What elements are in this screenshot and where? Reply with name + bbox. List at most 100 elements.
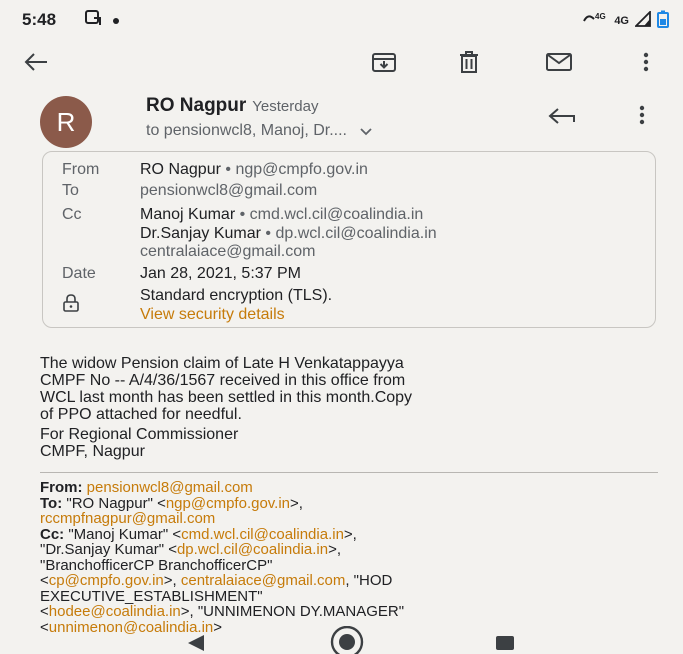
reply-button[interactable]: [546, 104, 580, 134]
delete-button[interactable]: [453, 46, 485, 78]
details-security-row: Standard encryption (TLS). View security…: [43, 286, 655, 326]
status-time: 5:48: [22, 10, 57, 29]
body-line: of PPO attached for needful.: [40, 406, 242, 423]
more-options-button[interactable]: [630, 46, 662, 78]
fwd-cc-name-7: >, "UNNIMENON DY.MANAGER": [180, 603, 405, 620]
encryption-text: Standard encryption (TLS).: [140, 287, 333, 304]
fwd-from-email[interactable]: pensionwcl8@gmail.com: [87, 479, 253, 496]
fwd-cc-name-2: "Dr.Sanjay Kumar" <: [40, 541, 177, 558]
fwd-cc-name-1: "Manoj Kumar" <: [68, 525, 182, 543]
notification-dot-icon: [112, 12, 120, 30]
separator-dot: •: [225, 161, 231, 178]
from-email[interactable]: ngp@cmpfo.gov.in: [235, 161, 367, 178]
avatar[interactable]: R: [40, 96, 92, 148]
mark-unread-button[interactable]: [543, 46, 575, 78]
sender-line: RO Nagpur Yesterday: [146, 95, 318, 117]
cc-3-email[interactable]: centralaiace@gmail.com: [140, 242, 315, 261]
fwd-cc-close-2: >,: [328, 541, 342, 558]
fwd-cc-line-5: EXECUTIVE_ESTABLISHMENT": [40, 587, 660, 605]
fwd-cc-open-3: <: [40, 572, 49, 589]
to-label: To: [62, 182, 79, 199]
fwd-cc-name-3: "BranchofficerCP BranchofficerCP": [40, 556, 273, 574]
back-button[interactable]: [20, 46, 52, 78]
arrow-left-icon: [24, 53, 47, 71]
signal-icon: [633, 9, 651, 30]
trash-icon: [460, 51, 478, 73]
fwd-from-line: From: pensionwcl8@gmail.com: [40, 480, 660, 496]
more-vert-icon: [643, 52, 649, 72]
cc-1: Manoj Kumar • cmd.wcl.cil@coalindia.in: [140, 205, 423, 224]
system-nav-bar: [0, 625, 683, 654]
fwd-cc-close-1: >,: [343, 525, 357, 543]
fwd-cc-label: Cc:: [40, 525, 65, 543]
fwd-cc-name-5: , "HOD: [345, 572, 393, 589]
svg-text:4G: 4G: [595, 12, 606, 21]
battery-icon: [657, 10, 669, 31]
mail-icon: [546, 53, 572, 71]
nav-recents-button[interactable]: [494, 634, 516, 654]
sender-name: RO Nagpur: [146, 95, 247, 116]
message-more-button[interactable]: [638, 104, 658, 134]
from-value: RO Nagpur • ngp@cmpfo.gov.in: [140, 160, 368, 179]
date-label: Date: [62, 265, 96, 282]
date-value: Jan 28, 2021, 5:37 PM: [140, 265, 301, 282]
fwd-cc-email-6[interactable]: hodee@coalindia.in: [49, 603, 181, 620]
cc-2: Dr.Sanjay Kumar • dp.wcl.cil@coalindia.i…: [140, 224, 437, 243]
fwd-cc-name-5b: EXECUTIVE_ESTABLISHMENT": [40, 587, 263, 605]
fwd-to-email-2[interactable]: rccmpfnagpur@gmail.com: [40, 510, 215, 527]
fwd-cc-line-3: "BranchofficerCP BranchofficerCP": [40, 556, 660, 574]
call-signal-icon: 4G: [582, 11, 608, 30]
signature-line: For Regional Commissioner: [40, 426, 239, 443]
security-info: Standard encryption (TLS). View security…: [140, 286, 332, 324]
archive-button[interactable]: [368, 46, 400, 78]
status-bar: 5:48 4G 4G: [0, 0, 683, 38]
fwd-cc-line-4: <cp@cmpfo.gov.in>, centralaiace@gmail.co…: [40, 573, 660, 589]
fwd-cc-close-3: >,: [163, 572, 181, 589]
recipients-summary[interactable]: to pensionwcl8, Manoj, Dr....: [146, 122, 373, 140]
quote-divider: [40, 472, 658, 473]
signature: For Regional Commissioner CMPF, Nagpur: [40, 426, 650, 460]
cc-2-email[interactable]: dp.wcl.cil@coalindia.in: [275, 225, 436, 242]
fwd-cc-email-2[interactable]: dp.wcl.cil@coalindia.in: [177, 541, 328, 558]
fwd-to-line: To: "RO Nagpur" <ngp@cmpfo.gov.in>,: [40, 494, 660, 512]
view-security-details-link[interactable]: View security details: [140, 305, 332, 324]
fwd-to-close: >,: [290, 494, 303, 512]
fwd-cc-email-4[interactable]: centralaiace@gmail.com: [181, 572, 345, 589]
separator-dot: •: [265, 225, 271, 242]
fwd-cc-line: Cc: "Manoj Kumar" <cmd.wcl.cil@coalindia…: [40, 525, 660, 543]
nav-back-button[interactable]: [186, 634, 206, 654]
body-line: CMPF No -- A/4/36/1567 received in this …: [40, 372, 406, 389]
fwd-to-line-2: rccmpfnagpur@gmail.com: [40, 511, 660, 527]
fwd-cc-email-1[interactable]: cmd.wcl.cil@coalindia.in: [181, 526, 344, 543]
message-body: The widow Pension claim of Late H Venkat…: [40, 355, 650, 423]
screenshot-icon: [84, 9, 102, 32]
fwd-cc-open-6: <: [40, 603, 49, 620]
top-toolbar: [0, 38, 683, 86]
square-recents-icon: [496, 636, 514, 650]
message-header: R RO Nagpur Yesterday to pensionwcl8, Man…: [0, 88, 683, 148]
message-time: Yesterday: [252, 98, 319, 115]
network-type: 4G: [614, 14, 629, 27]
separator-dot: •: [239, 206, 246, 223]
triangle-back-icon: [188, 635, 204, 651]
lock-icon: [62, 294, 80, 317]
from-name: RO Nagpur: [140, 161, 221, 178]
cc-2-name: Dr.Sanjay Kumar: [140, 225, 261, 242]
from-label: From: [62, 161, 100, 178]
archive-icon: [372, 53, 396, 72]
message-details-panel: From RO Nagpur • ngp@cmpfo.gov.in To pen…: [42, 151, 656, 328]
home-circle-icon: [330, 625, 364, 654]
fwd-cc-email-3[interactable]: cp@cmpfo.gov.in: [49, 572, 164, 589]
fwd-to-name: "RO Nagpur" <: [66, 494, 166, 512]
to-email[interactable]: pensionwcl8@gmail.com: [140, 181, 317, 200]
cc-1-name: Manoj Kumar: [140, 206, 236, 223]
fwd-to-email[interactable]: ngp@cmpfo.gov.in: [166, 495, 290, 512]
cc-1-email[interactable]: cmd.wcl.cil@coalindia.in: [250, 206, 424, 223]
recipients-text: to pensionwcl8, Manoj, Dr....: [146, 122, 347, 139]
fwd-cc-line-2: "Dr.Sanjay Kumar" <dp.wcl.cil@coalindia.…: [40, 542, 660, 558]
nav-home-button[interactable]: [325, 625, 369, 654]
fwd-cc-line-6: <hodee@coalindia.in>, "UNNIMENON DY.MANA…: [40, 604, 660, 620]
signature-line: CMPF, Nagpur: [40, 443, 145, 460]
fwd-to-label: To:: [40, 494, 63, 512]
body-line: WCL last month has been settled in this …: [40, 389, 413, 406]
